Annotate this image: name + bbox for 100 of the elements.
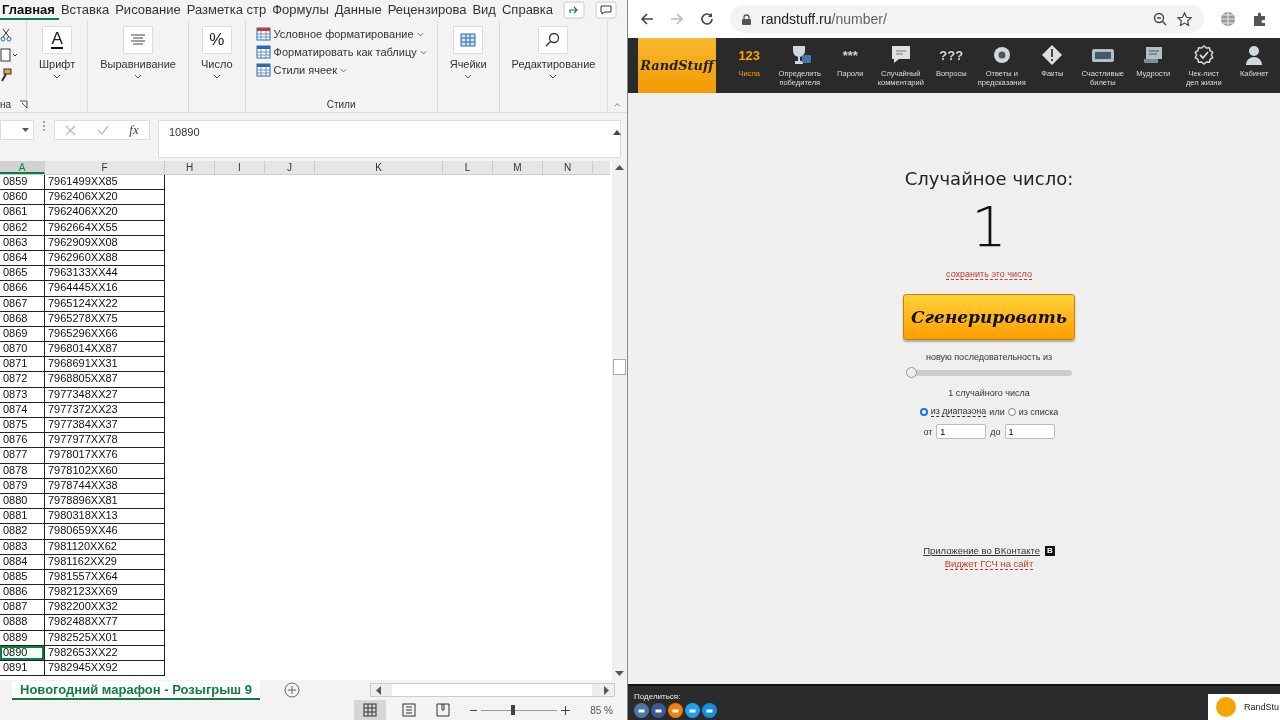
column-header[interactable]: L	[443, 161, 493, 174]
social-share-icon[interactable]	[685, 703, 700, 718]
page-title: Случайное число:	[904, 168, 1074, 189]
lock-icon[interactable]	[742, 13, 751, 25]
column-header[interactable]: M	[493, 161, 543, 174]
ribbon-tab[interactable]: Вид	[468, 0, 500, 20]
column-header[interactable]: H	[165, 161, 215, 174]
footer-widget[interactable]: RandStu	[1208, 694, 1280, 720]
table-style-icon	[255, 63, 271, 77]
collapse-icon[interactable]	[613, 130, 621, 135]
format-painter-icon[interactable]	[0, 68, 12, 82]
copy-icon[interactable]	[0, 48, 20, 62]
scroll-down-icon[interactable]	[615, 671, 624, 677]
table-cell: 0878	[0, 463, 45, 479]
page-break-icon[interactable]	[436, 703, 451, 717]
insert-function-button[interactable]: fx	[129, 122, 139, 138]
page-layout-icon[interactable]	[402, 703, 417, 717]
sequence-label: новую последовательность из	[925, 352, 1053, 362]
social-share-icon[interactable]	[634, 703, 649, 718]
ribbon-tab[interactable]: Разметка стр	[182, 0, 271, 20]
vk-badge[interactable]: B	[1045, 545, 1055, 556]
formula-field[interactable]: 10890	[158, 120, 621, 158]
social-share-icon[interactable]	[668, 703, 683, 718]
launcher-icon[interactable]	[19, 100, 29, 109]
site-logo[interactable]: RandStuff	[638, 38, 716, 93]
ribbon-tab[interactable]: Главная	[0, 0, 59, 20]
vk-app-link[interactable]: Приложение во ВКонтакте	[923, 545, 1041, 556]
social-share-icon[interactable]	[651, 703, 666, 718]
name-box[interactable]	[0, 120, 34, 140]
collapse-ribbon-icon[interactable]	[614, 102, 621, 108]
widget-link[interactable]: Виджет ГСЧ на сайт	[944, 558, 1034, 570]
ribbon-tab[interactable]: Данные	[330, 0, 386, 20]
scroll-thumb[interactable]	[613, 359, 626, 375]
drag-handle-icon[interactable]	[42, 120, 46, 132]
horizontal-scrollbar[interactable]	[370, 683, 615, 697]
to-field[interactable]: 1	[1004, 424, 1055, 439]
chevron-down-icon	[419, 49, 427, 55]
ribbon-button[interactable]: % Число	[196, 26, 237, 79]
ribbon-tab[interactable]: Справка	[497, 0, 557, 20]
to-label: до	[990, 426, 1001, 437]
ribbon-button[interactable]: Выравнивание	[96, 26, 180, 79]
table-cell: 0870	[0, 342, 45, 358]
reload-icon[interactable]	[700, 12, 714, 26]
table-cell: 7978744XX38	[45, 478, 165, 494]
add-sheet-icon[interactable]	[284, 682, 300, 698]
scroll-right-icon[interactable]	[604, 685, 610, 695]
zoom-slider[interactable]	[470, 705, 571, 715]
table-cell: 0882	[0, 524, 45, 540]
ribbon-menu-button[interactable]: Условное форматирование	[253, 26, 426, 42]
column-header[interactable]: F	[45, 161, 165, 174]
vertical-scrollbar[interactable]	[612, 161, 627, 680]
normal-view-icon[interactable]	[354, 700, 387, 720]
ribbon-tab[interactable]: Рисование	[111, 0, 185, 20]
table-cell: 0866	[0, 281, 45, 297]
ribbon-button[interactable]: Ячейки	[445, 26, 491, 79]
zoom-out-icon[interactable]	[1153, 12, 1167, 26]
ribbon-tab[interactable]: Вставка	[56, 0, 114, 20]
zoom-level[interactable]: 85 %	[590, 704, 613, 716]
social-share-icon[interactable]	[702, 703, 717, 718]
ribbon-tab[interactable]: Формулы	[268, 0, 333, 20]
mode-radio[interactable]: из диапазона	[919, 406, 987, 417]
column-header[interactable]: N	[543, 161, 593, 174]
mode-radio[interactable]: из списка	[1007, 406, 1059, 417]
star-icon[interactable]	[1177, 12, 1192, 26]
column-header[interactable]: K	[315, 161, 443, 174]
globe-icon[interactable]	[1220, 11, 1236, 27]
ribbon-button[interactable]: A Шрифт	[35, 26, 80, 79]
comment-icon[interactable]	[595, 1, 617, 19]
chevron-down-icon	[416, 31, 424, 37]
column-header[interactable]: I	[215, 161, 265, 174]
column-header[interactable]: J	[265, 161, 315, 174]
column-header[interactable]: A	[0, 161, 45, 174]
ribbon-tab[interactable]: Рецензирова	[383, 0, 471, 20]
check-icon[interactable]	[96, 125, 109, 135]
sheet-tab[interactable]: Новогодний марафон - Розыгрыш 9	[12, 680, 260, 700]
share-icon[interactable]	[563, 1, 585, 19]
save-number-link[interactable]: сохранить это число	[946, 269, 1032, 280]
generate-button[interactable]: Сгенерировать	[903, 294, 1075, 340]
scroll-up-icon[interactable]	[615, 164, 624, 170]
table-cell: 7981162XX29	[45, 554, 165, 570]
slider-thumb[interactable]	[906, 367, 917, 378]
ribbon-menu-button[interactable]: Стили ячеек	[253, 62, 350, 78]
table-cell: 7982200XX32	[45, 600, 165, 616]
from-field[interactable]: 1	[936, 424, 987, 439]
table-cell: 0888	[0, 615, 45, 631]
scroll-left-icon[interactable]	[375, 685, 381, 695]
scissors-icon[interactable]	[0, 28, 12, 42]
table-cell: 0865	[0, 266, 45, 282]
puzzle-icon[interactable]	[1252, 11, 1268, 27]
zoom-slider-thumb[interactable]	[511, 704, 516, 715]
count-slider[interactable]	[906, 370, 1072, 376]
ribbon-menu-button[interactable]: Форматировать как таблицу	[253, 44, 429, 60]
address-bar[interactable]: randstuff.ru/number/	[730, 5, 1204, 33]
search-icon	[545, 32, 562, 48]
table-cell: 0891	[0, 661, 45, 677]
ribbon-button[interactable]: Редактирование	[507, 26, 600, 79]
table-cell: 7982123XX69	[45, 585, 165, 601]
table-cell: 7977977XX78	[45, 433, 165, 449]
chevron-down-icon	[340, 67, 348, 73]
back-icon[interactable]	[640, 12, 654, 26]
